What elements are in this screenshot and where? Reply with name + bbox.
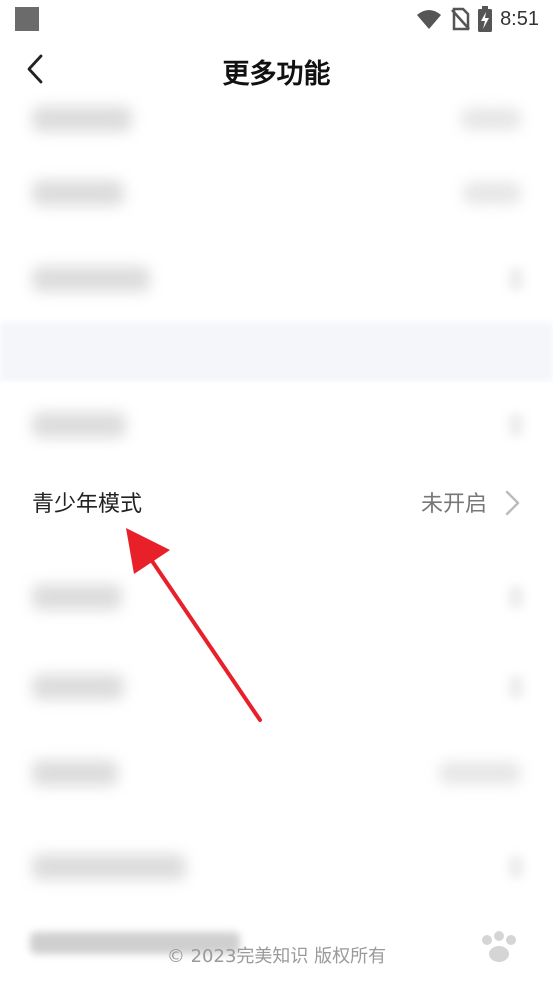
blurred-chevron bbox=[509, 414, 523, 436]
annotation-arrow-icon bbox=[126, 528, 262, 722]
notification-icon bbox=[15, 7, 39, 31]
header: 更多功能 bbox=[0, 38, 553, 100]
status-icons: 8:51 bbox=[416, 5, 539, 33]
blurred-value bbox=[461, 108, 521, 130]
blurred-value bbox=[439, 762, 521, 784]
status-bar: 8:51 bbox=[0, 0, 553, 38]
no-sim-icon bbox=[451, 7, 470, 31]
status-time: 8:51 bbox=[500, 7, 539, 30]
blurred-label bbox=[32, 180, 124, 206]
list-item[interactable] bbox=[0, 382, 553, 448]
blurred-label bbox=[32, 106, 132, 132]
teen-mode-label: 青少年模式 bbox=[32, 492, 143, 517]
blurred-chevron bbox=[509, 676, 523, 698]
blurred-chevron bbox=[509, 586, 523, 608]
chevron-right-icon bbox=[505, 490, 520, 516]
footer: © 2023完美知识 版权所有 bbox=[0, 931, 553, 983]
blurred-label bbox=[32, 760, 118, 786]
page-title: 更多功能 bbox=[222, 59, 331, 90]
list-item[interactable] bbox=[0, 148, 553, 234]
list-item[interactable] bbox=[0, 234, 553, 320]
list-item[interactable] bbox=[0, 100, 553, 148]
paw-watermark-icon bbox=[482, 931, 516, 962]
blurred-label bbox=[32, 412, 126, 438]
blurred-label bbox=[32, 266, 150, 292]
blurred-label bbox=[32, 854, 186, 880]
section-header bbox=[0, 322, 553, 382]
blurred-chevron bbox=[509, 856, 523, 878]
blurred-chevron bbox=[509, 268, 523, 290]
list-item[interactable] bbox=[0, 730, 553, 816]
wifi-icon bbox=[417, 10, 442, 29]
list-item[interactable] bbox=[0, 816, 553, 912]
blurred-label bbox=[32, 584, 122, 610]
teen-mode-status: 未开启 bbox=[420, 492, 487, 517]
battery-charging-icon bbox=[478, 6, 493, 32]
blurred-value bbox=[463, 182, 521, 204]
